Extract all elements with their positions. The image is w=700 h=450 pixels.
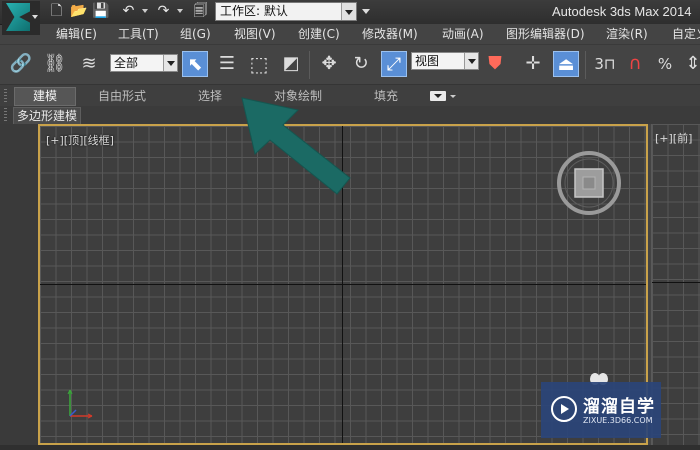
main-toolbar: 🔗 ⛓ ≋ 全部 ⬉ ☰ ⬚ ◩ ✥ ↻ ⤢ 视图 ⛊ ✛ ⏏ 3⊓ ∩ % ⇕ (0, 44, 700, 85)
redo-icon[interactable]: ↷ (155, 3, 172, 20)
select-object-icon[interactable]: ⬉ (182, 51, 208, 77)
redo-dropdown-icon[interactable] (177, 9, 183, 13)
undo-dropdown-icon[interactable] (142, 9, 148, 13)
app-window: 🗋 📂 💾 ↶ ↷ 🗐 工作区: 默认 Autodesk 3ds Max 201… (0, 0, 700, 450)
percent-snap-icon[interactable]: % (652, 51, 678, 77)
select-by-name-icon[interactable]: ☰ (214, 51, 240, 77)
selection-filter-value: 全部 (114, 56, 139, 70)
viewcube-icon[interactable] (556, 150, 622, 216)
undo-icon[interactable]: ↶ (120, 3, 137, 20)
select-and-manipulate-icon[interactable]: ✛ (520, 51, 546, 77)
menu-create[interactable]: 创建(C) (298, 26, 340, 42)
application-menu-button[interactable] (2, 1, 40, 35)
menu-edit[interactable]: 编辑(E) (56, 26, 97, 42)
select-and-rotate-icon[interactable]: ↻ (348, 51, 374, 77)
viewport-label-menu[interactable]: [+][前] (655, 130, 692, 146)
quick-access-dropdown-icon[interactable] (362, 9, 370, 14)
axis-tripod-icon (67, 389, 93, 419)
snaps-toggle-label: 3 (594, 55, 604, 73)
menu-group[interactable]: 组(G) (180, 26, 211, 42)
chevron-down-icon (32, 15, 38, 19)
tab-modeling[interactable]: 建模 (14, 87, 76, 106)
ribbon-options-button[interactable] (430, 91, 446, 101)
spinner-snap-icon[interactable]: ⇕ (680, 51, 700, 77)
viewport-home-grid-x-axis (40, 284, 646, 285)
selection-filter-select[interactable]: 全部 (110, 54, 178, 72)
open-file-icon[interactable]: 📂 (70, 3, 87, 20)
window-title: Autodesk 3ds Max 2014 (552, 4, 692, 19)
reference-coordinate-select[interactable]: 视图 (411, 52, 479, 70)
toolbar-separator (585, 51, 586, 79)
angle-snap-icon[interactable]: ∩ (622, 51, 648, 77)
workspace-value: 工作区: 默认 (220, 4, 288, 18)
chevron-down-icon (464, 53, 478, 69)
bind-to-space-warp-icon[interactable]: ≋ (76, 51, 102, 77)
project-folder-icon[interactable]: 🗐 (192, 3, 209, 20)
title-bar: 🗋 📂 💾 ↶ ↷ 🗐 工作区: 默认 Autodesk 3ds Max 201… (0, 0, 700, 25)
menu-modifiers[interactable]: 修改器(M) (362, 26, 418, 42)
keyboard-shortcut-override-icon[interactable]: ⏏ (553, 51, 579, 77)
unlink-selection-icon[interactable]: ⛓ (42, 51, 68, 77)
ribbon-grip-handle[interactable] (4, 89, 7, 103)
reference-coordinate-value: 视图 (415, 54, 440, 68)
watermark-url: ZIXUE.3D66.COM (583, 416, 653, 425)
select-and-link-icon[interactable]: 🔗 (8, 51, 34, 77)
menu-customize[interactable]: 自定义 (672, 26, 700, 42)
menu-tools[interactable]: 工具(T) (118, 26, 159, 42)
snaps-toggle-icon[interactable]: 3⊓ (592, 51, 618, 77)
bottom-status-strip (0, 445, 700, 450)
select-and-move-icon[interactable]: ✥ (316, 51, 342, 77)
new-file-icon[interactable]: 🗋 (48, 3, 65, 20)
viewport-home-grid-x-axis (652, 282, 700, 283)
window-crossing-icon[interactable]: ◩ (278, 51, 304, 77)
menu-bar: 编辑(E) 工具(T) 组(G) 视图(V) 创建(C) 修改器(M) 动画(A… (40, 24, 700, 44)
toolbar-separator (309, 51, 310, 79)
percent-snap-label: % (657, 55, 673, 73)
tab-freeform[interactable]: 自由形式 (98, 88, 146, 104)
save-file-icon[interactable]: 💾 (92, 3, 109, 20)
watermark-badge: 溜溜自学 ZIXUE.3D66.COM (541, 382, 661, 438)
menu-rendering[interactable]: 渲染(R) (606, 26, 648, 42)
panel-grip-handle[interactable] (4, 108, 7, 122)
workspace-select[interactable]: 工作区: 默认 (215, 2, 357, 21)
watermark-title: 溜溜自学 (583, 397, 655, 417)
chevron-down-icon (163, 55, 177, 71)
3dsmax-logo-icon (6, 3, 30, 31)
menu-graph-editors[interactable]: 图形编辑器(D) (506, 26, 585, 42)
viewport-label-menu[interactable]: [+][顶][线框] (46, 132, 114, 148)
play-logo-icon (551, 396, 577, 422)
annotation-arrow-icon (241, 97, 351, 195)
menu-views[interactable]: 视图(V) (234, 26, 276, 42)
rectangular-selection-icon[interactable]: ⬚ (246, 51, 272, 77)
chevron-down-icon[interactable] (450, 95, 456, 98)
chevron-down-icon (341, 3, 356, 20)
menu-animation[interactable]: 动画(A) (442, 26, 484, 42)
select-and-scale-icon[interactable]: ⤢ (381, 51, 407, 77)
tab-populate[interactable]: 填充 (374, 88, 398, 104)
tab-selection[interactable]: 选择 (198, 88, 222, 104)
polygon-modeling-panel[interactable]: 多边形建模 (13, 107, 82, 125)
use-pivot-center-icon[interactable]: ⛊ (482, 51, 508, 77)
left-side-strip (0, 124, 38, 450)
